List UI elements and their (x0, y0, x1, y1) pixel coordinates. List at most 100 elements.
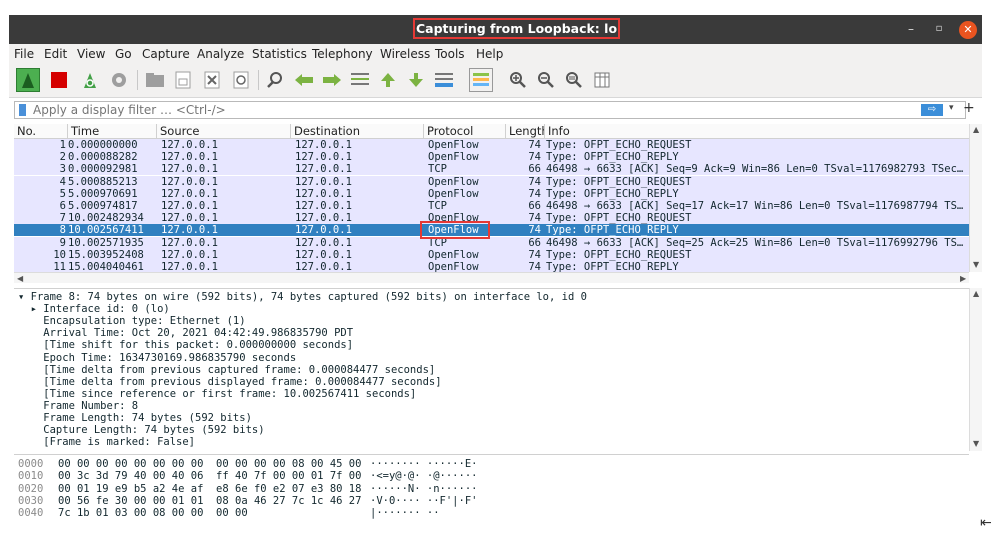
bookmark-icon[interactable] (19, 104, 26, 116)
packet-time: 10.002567411 (68, 224, 144, 237)
packet-no: 3 (59, 163, 66, 176)
column-info[interactable]: Info (544, 124, 570, 139)
reload-file-icon[interactable] (229, 68, 253, 92)
packet-length: 66 (528, 163, 541, 176)
add-filter-button[interactable]: + (963, 100, 975, 116)
menu-statistics[interactable]: Statistics (252, 47, 307, 61)
capture-options-icon[interactable] (107, 68, 131, 92)
packet-row[interactable]: 6 5.000974817 127.0.0.1 127.0.0.1 TCP 66 46498… (14, 200, 969, 212)
packet-details-pane: ▾ Frame 8: 74 bytes on wire (592 bits), … (14, 288, 969, 451)
packet-row[interactable]: 1 0.000000000 127.0.0.1 127.0.0.1 OpenFlow 74… (14, 139, 969, 151)
packet-time: 10.002571935 (68, 236, 144, 249)
packet-protocol: TCP (428, 163, 447, 176)
packet-row[interactable]: 4 5.000885213 127.0.0.1 127.0.0.1 OpenFlow 74… (14, 175, 969, 188)
start-capture-icon[interactable] (16, 68, 40, 92)
filter-dropdown-icon[interactable]: ▾ (949, 103, 954, 113)
packet-length: 74 (528, 175, 541, 188)
bytes-row[interactable]: 0040 7c 1b 01 03 00 08 00 00 00 00 |······… (14, 507, 969, 519)
menu-help[interactable]: Help (476, 47, 503, 61)
first-packet-icon[interactable] (376, 68, 400, 92)
detail-line[interactable]: [Frame is marked: False] (18, 436, 195, 448)
packet-row[interactable]: 3 0.000092981 127.0.0.1 127.0.0.1 TCP 66 46498… (14, 163, 969, 176)
stop-capture-icon[interactable] (47, 68, 71, 92)
column-no[interactable]: No. (14, 124, 36, 139)
open-file-icon[interactable] (143, 68, 167, 92)
column-time[interactable]: Time (67, 124, 160, 139)
packet-row[interactable]: 9 10.002571935 127.0.0.1 127.0.0.1 TCP 66 4649… (14, 236, 969, 249)
save-file-icon[interactable] (171, 68, 195, 92)
packet-list-hscroll[interactable]: ◀ ▶ (14, 272, 969, 283)
menu-telephony[interactable]: Telephony (312, 47, 373, 61)
restart-capture-icon[interactable] (78, 68, 102, 92)
packet-list-header: No. Time Source Destination Protocol Len… (14, 124, 969, 139)
scroll-up-icon[interactable]: ▲ (973, 289, 979, 298)
menu-view[interactable]: View (77, 47, 105, 61)
menu-capture[interactable]: Capture (142, 47, 190, 61)
detail-line[interactable]: [Time delta from previous captured frame… (18, 364, 435, 376)
scroll-up-icon[interactable]: ▲ (973, 125, 979, 134)
close-button[interactable]: ✕ (959, 21, 977, 39)
minimize-button[interactable]: – (902, 21, 920, 39)
close-file-icon[interactable] (200, 68, 224, 92)
detail-line[interactable]: [Time delta from previous displayed fram… (18, 376, 441, 388)
detail-line[interactable]: Arrival Time: Oct 20, 2021 04:42:49.9868… (18, 327, 353, 339)
menu-tools[interactable]: Tools (435, 47, 465, 61)
scroll-down-icon[interactable]: ▼ (973, 260, 979, 269)
packet-row[interactable]: 2 0.000088282 127.0.0.1 127.0.0.1 OpenFlow 74… (14, 151, 969, 164)
detail-line[interactable]: Capture Length: 74 bytes (592 bits) (18, 424, 264, 436)
menu-wireless[interactable]: Wireless (380, 47, 430, 61)
packet-row[interactable]: 11 15.004040461 127.0.0.1 127.0.0.1 OpenFlow… (14, 261, 969, 272)
packet-row[interactable]: 10 15.003952408 127.0.0.1 127.0.0.1 OpenFlow… (14, 248, 969, 261)
packet-destination: 127.0.0.1 (295, 224, 352, 237)
normal-size-icon[interactable] (562, 68, 586, 92)
menu-file[interactable]: File (14, 47, 34, 61)
last-packet-icon[interactable] (404, 68, 428, 92)
details-vscroll[interactable]: ▲ ▼ (969, 288, 982, 451)
maximize-button[interactable]: ▫ (930, 21, 948, 39)
bytes-row[interactable]: 0030 00 56 fe 30 00 00 01 01 08 0a 46 27 … (14, 495, 969, 507)
menu-go[interactable]: Go (115, 47, 132, 61)
resize-columns-icon[interactable] (590, 68, 614, 92)
column-protocol[interactable]: Protocol (423, 124, 505, 139)
bytes-row[interactable]: 0020 00 01 19 e9 b5 a2 4e af e8 6e f0 e2 … (14, 483, 969, 495)
detail-line[interactable]: Frame Number: 8 (18, 400, 138, 412)
packet-info: Type: OFPT_ECHO_REPLY (546, 187, 679, 200)
zoom-in-icon[interactable] (506, 68, 530, 92)
packet-source: 127.0.0.1 (161, 261, 218, 272)
detail-line[interactable]: ▸ Interface id: 0 (lo) (18, 303, 170, 315)
packet-row[interactable]: 5 5.000970691 127.0.0.1 127.0.0.1 OpenFlow 74… (14, 187, 969, 200)
zoom-out-icon[interactable] (534, 68, 558, 92)
bytes-row[interactable]: 0000 00 00 00 00 00 00 00 00 00 00 00 00 … (14, 458, 969, 470)
column-destination[interactable]: Destination (290, 124, 423, 139)
packet-no: 5 (59, 187, 66, 200)
apply-filter-icon[interactable]: ⇨ (921, 104, 943, 116)
packet-source: 127.0.0.1 (161, 187, 218, 200)
scroll-left-icon[interactable]: ◀ (17, 274, 23, 283)
scroll-down-icon[interactable]: ▼ (973, 439, 979, 448)
colorize-icon[interactable] (469, 68, 493, 92)
menu-edit[interactable]: Edit (44, 47, 67, 61)
detail-line[interactable]: [Time shift for this packet: 0.000000000… (18, 339, 353, 351)
frame-tree-node[interactable]: ▾ Frame 8: 74 bytes on wire (592 bits), … (18, 291, 587, 303)
go-to-packet-icon[interactable] (348, 68, 372, 92)
packet-info: 46498 → 6633 [ACK] Seq=25 Ack=25 Win=86 … (546, 236, 964, 249)
scroll-right-icon[interactable]: ▶ (960, 274, 966, 283)
display-filter-input[interactable] (33, 102, 913, 118)
menu-analyze[interactable]: Analyze (197, 47, 244, 61)
detail-line[interactable]: Frame Length: 74 bytes (592 bits) (18, 412, 252, 424)
go-forward-icon[interactable] (320, 68, 344, 92)
go-back-icon[interactable] (292, 68, 316, 92)
packet-list-vscroll[interactable]: ▲ ▼ (969, 124, 982, 272)
column-length[interactable]: Length (505, 124, 544, 139)
packet-source: 127.0.0.1 (161, 200, 218, 212)
find-packet-icon[interactable] (263, 68, 287, 92)
bytes-row[interactable]: 0010 00 3c 3d 79 40 00 40 06 ff 40 7f 00 … (14, 470, 969, 482)
detail-line[interactable]: Encapsulation type: Ethernet (1) (18, 315, 245, 327)
autoscroll-icon[interactable] (432, 68, 456, 92)
detail-line[interactable]: Epoch Time: 1634730169.986835790 seconds (18, 352, 296, 364)
packet-length: 66 (528, 236, 541, 249)
packet-row[interactable]: 7 10.002482934 127.0.0.1 127.0.0.1 OpenFlow 7… (14, 212, 969, 225)
packet-row[interactable]: 8 10.002567411 127.0.0.1 127.0.0.1 OpenFlow 7… (14, 224, 969, 237)
column-source[interactable]: Source (156, 124, 289, 139)
detail-line[interactable]: [Time since reference or first frame: 10… (18, 388, 416, 400)
